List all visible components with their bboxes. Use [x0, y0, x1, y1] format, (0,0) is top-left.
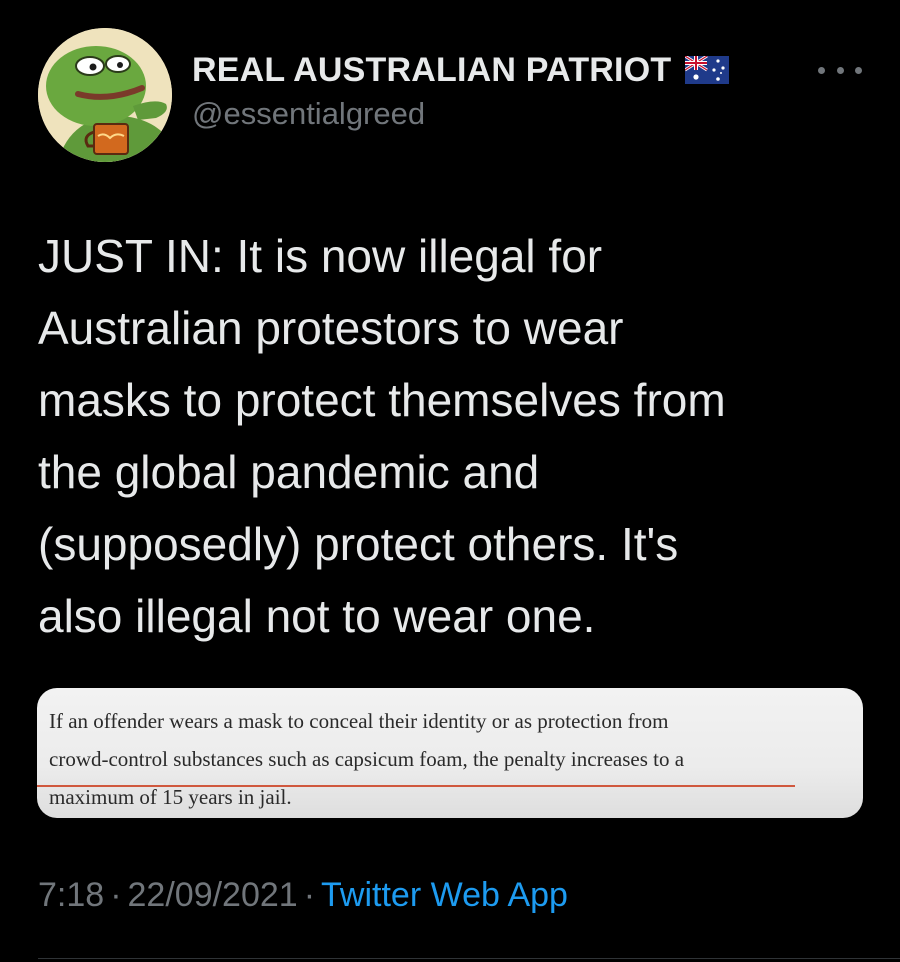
separator: · — [110, 876, 122, 914]
dot-icon — [855, 66, 862, 74]
display-name[interactable]: REAL AUSTRALIAN PATRIOT — [192, 51, 671, 90]
australia-flag-icon — [684, 54, 730, 84]
separator: · — [303, 876, 316, 914]
dot-icon — [818, 66, 825, 74]
attached-image[interactable]: If an offender wears a mask to conceal t… — [37, 688, 863, 818]
tweet-time[interactable]: 7:18 — [38, 876, 104, 914]
author-block: REAL AUSTRALIAN PATRIOT @essentialgreed — [192, 50, 730, 132]
dot-icon — [836, 66, 844, 74]
tweet-metadata: 7:18 · 22/09/2021 · Twitter Web App — [38, 876, 568, 915]
tweet-date[interactable]: 22/09/2021 — [128, 876, 298, 914]
divider — [38, 958, 900, 959]
tweet-source-link[interactable]: Twitter Web App — [321, 876, 568, 914]
highlight-underline — [37, 785, 795, 787]
attached-image-text: If an offender wears a mask to conceal t… — [49, 709, 685, 809]
display-name-row: REAL AUSTRALIAN PATRIOT — [192, 50, 730, 90]
tweet-text: JUST IN: It is now illegal for Australia… — [38, 230, 726, 642]
frog-avatar-icon — [38, 28, 172, 162]
more-options-button[interactable] — [818, 60, 862, 80]
handle[interactable]: @essentialgreed — [192, 96, 729, 132]
avatar[interactable] — [38, 28, 172, 162]
tweet: REAL AUSTRALIAN PATRIOT @essentialgreed … — [0, 0, 900, 962]
